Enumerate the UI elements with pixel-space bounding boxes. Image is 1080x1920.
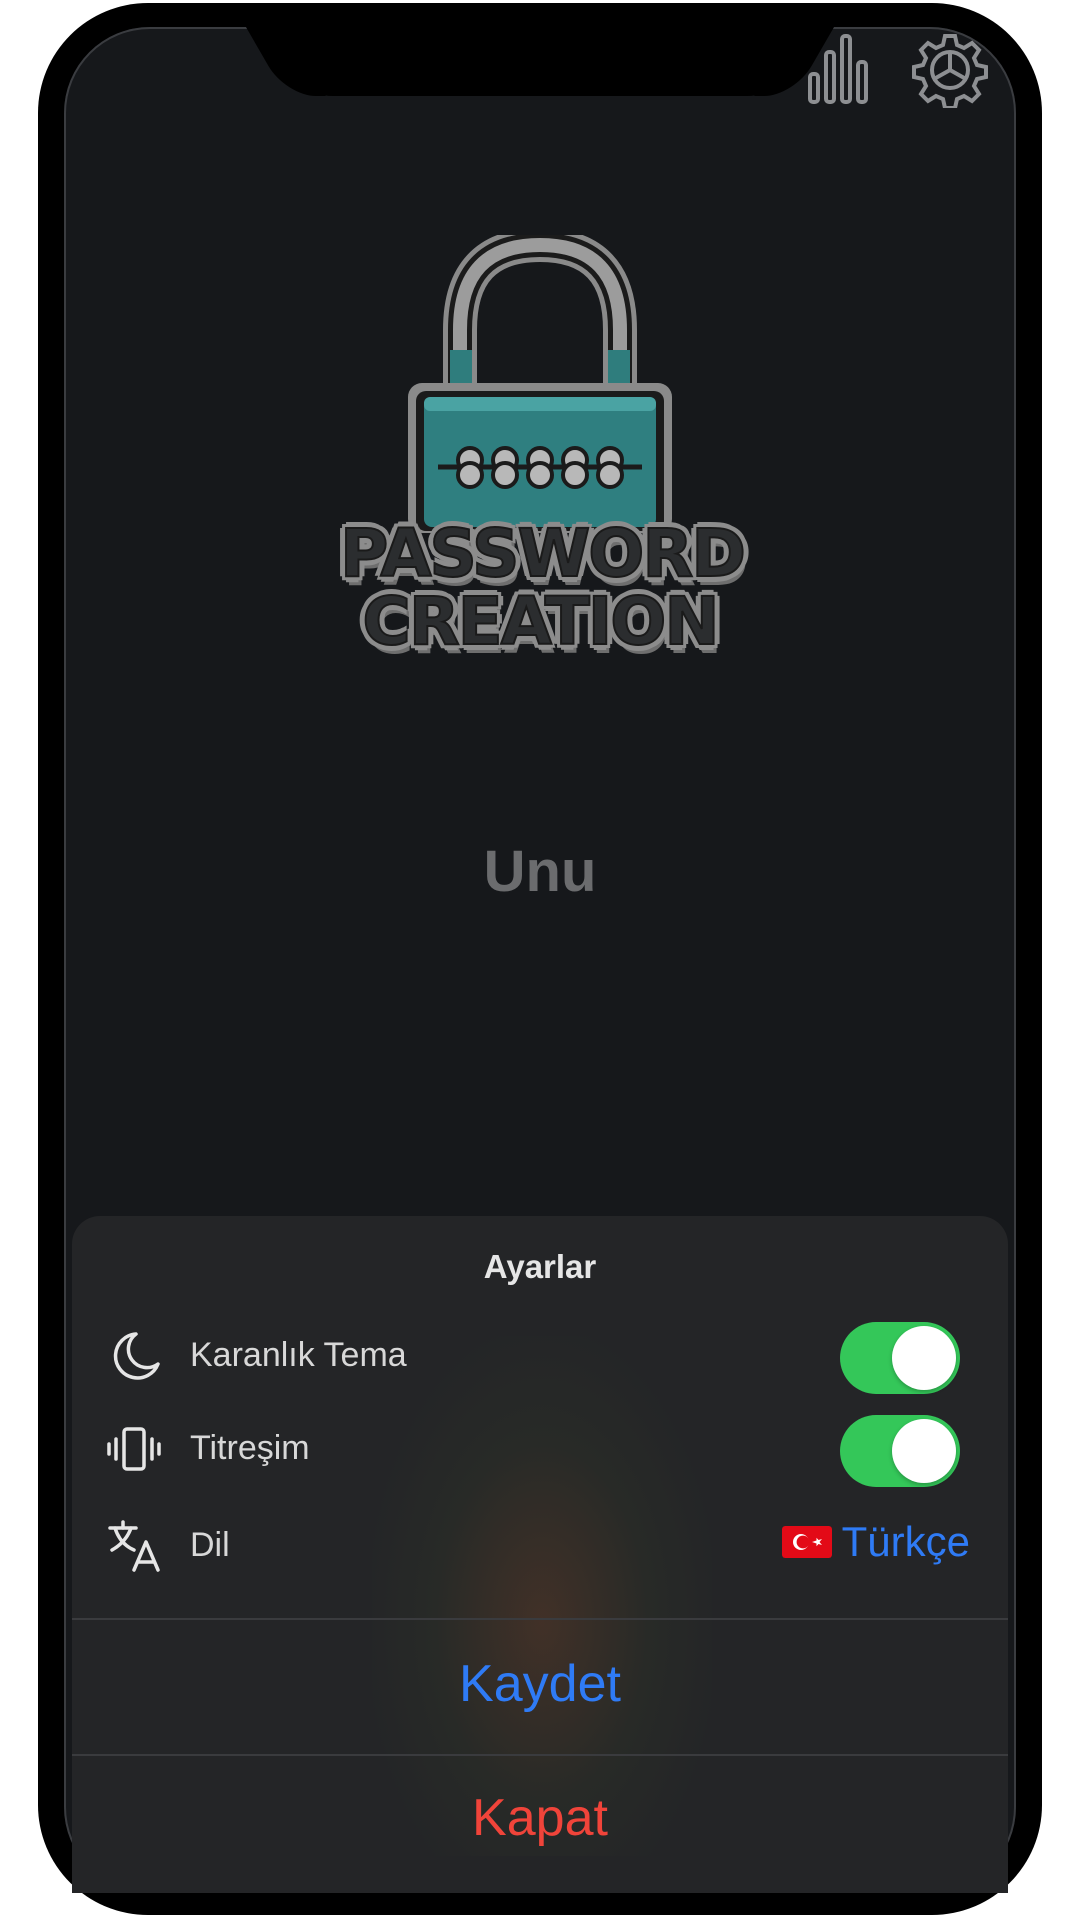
vibration-icon [107,1427,161,1471]
settings-sheet: Ayarlar Karanlık Tema Titreşim Dil Türkç… [72,1216,1008,1893]
page-title: Unu [483,839,597,904]
logo-text-line2: CREATION [361,582,720,661]
language-value: Türkçe [841,1518,970,1565]
padlock-icon [408,235,672,533]
save-button[interactable]: Kaydet [72,1654,1008,1714]
dark-theme-toggle[interactable] [840,1322,960,1394]
translate-icon [108,1520,160,1572]
close-button[interactable]: Kapat [72,1788,1008,1848]
vibration-toggle[interactable] [840,1415,960,1487]
language-select[interactable]: Türkçe [781,1518,970,1566]
turkey-flag-icon [781,1526,832,1558]
setting-row-vibration: Titreşim [72,1409,1008,1489]
setting-row-dark-theme: Karanlık Tema [72,1316,1008,1396]
toggle-knob [892,1326,956,1390]
gear-icon[interactable] [912,32,988,108]
divider [72,1754,1008,1756]
logo-text-line1: PASSWORD [339,514,747,593]
setting-label-dark-theme: Karanlık Tema [190,1336,407,1374]
toggle-knob [892,1419,956,1483]
bar-chart-icon[interactable] [806,34,874,106]
setting-row-language[interactable]: Dil Türkçe [72,1506,1008,1586]
app-logo: PASSWORD CREATION [339,235,747,675]
setting-label-vibration: Titreşim [190,1429,310,1467]
divider [72,1618,1008,1620]
sheet-title: Ayarlar [483,1248,597,1285]
device-notch [285,24,795,96]
setting-label-language: Dil [190,1526,230,1564]
moon-icon [113,1332,160,1380]
